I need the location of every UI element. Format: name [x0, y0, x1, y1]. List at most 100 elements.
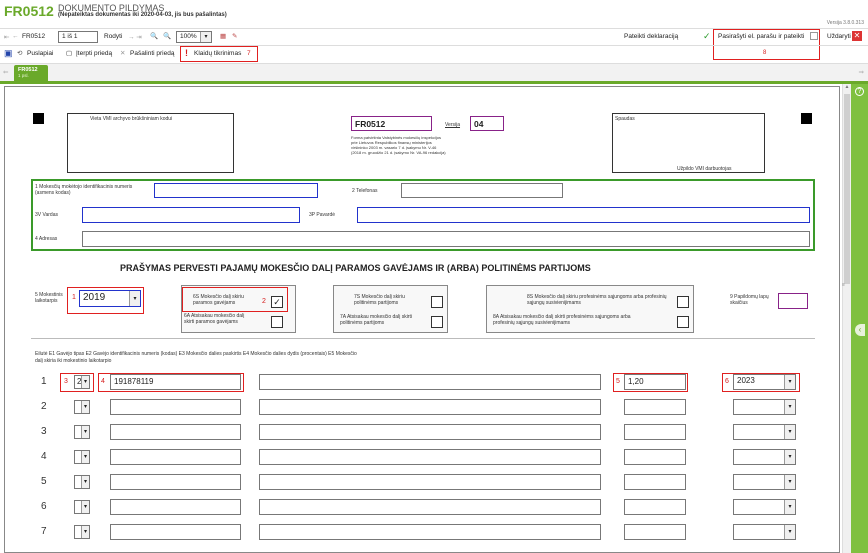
row-id-input[interactable] [110, 449, 241, 465]
union-checkbox[interactable] [677, 296, 689, 308]
party-label: 7S Mokesčio dalį skiriu politinėms parti… [354, 294, 405, 306]
support-cancel-checkbox[interactable] [271, 316, 283, 328]
tab-prev-icon[interactable]: ⇐ [3, 68, 8, 76]
surname-input[interactable] [357, 207, 810, 223]
row-type-select[interactable]: ▾ [74, 500, 90, 514]
extra-pages-label: 9 Papildomų lapų skaičius [730, 294, 769, 306]
nav-first-icon[interactable]: ⇤ [4, 33, 9, 41]
row-year-select[interactable]: ▾ [733, 499, 796, 515]
row1-id-highlight [98, 373, 244, 392]
nav-next-icon[interactable]: → ⇥ [128, 33, 142, 41]
row-type-select[interactable]: ▾ [74, 425, 90, 439]
pages-icon: ⟲ [17, 50, 23, 57]
row-id-input[interactable] [110, 474, 241, 490]
help-icon[interactable]: ? [855, 87, 864, 96]
phone-input[interactable] [401, 183, 563, 198]
page-subtitle: (Nepateiktas dokumentas iki 2020-04-03, … [58, 12, 227, 18]
side-panel: ? ‹ [851, 84, 868, 553]
row-id-input[interactable] [110, 399, 241, 415]
row-type-select[interactable]: ▾ [74, 525, 90, 539]
row-percent-input[interactable] [624, 474, 686, 490]
nav-prev-icon[interactable]: ← [12, 33, 19, 40]
scroll-thumb[interactable] [844, 94, 850, 284]
taxpayer-id-input[interactable] [154, 183, 318, 198]
chevron-down-icon: ▾ [784, 500, 795, 514]
row-purpose-input[interactable] [259, 399, 601, 415]
row-number: 7 [41, 526, 47, 537]
zoom-out-icon[interactable]: 🔍 [150, 32, 158, 40]
chevron-down-icon: ▾ [784, 400, 795, 414]
row-number: 1 [41, 376, 47, 387]
close-button[interactable]: Uždaryti [827, 33, 851, 40]
tab-label: FR0512 [18, 67, 38, 73]
chevron-down-icon: ▾ [200, 32, 211, 42]
row-id-input[interactable] [110, 499, 241, 515]
row-number: 2 [41, 401, 47, 412]
row-year-select[interactable]: ▾ [733, 474, 796, 490]
remove-button[interactable]: Pašalinti priedą [130, 50, 174, 57]
zoom-in-icon[interactable]: 🔍 [163, 32, 171, 40]
row-id-input[interactable] [110, 524, 241, 540]
row-type-select[interactable]: ▾ [74, 400, 90, 414]
zoom-select[interactable]: 100% ▾ [176, 31, 212, 43]
row-percent-input[interactable] [624, 424, 686, 440]
toolbar: ▣ ⟲ Puslapiai ▢ Įterpti priedą ✕ Pašalin… [0, 45, 868, 61]
show-menu[interactable]: Rodyti [104, 33, 122, 40]
row-purpose-input[interactable] [259, 524, 601, 540]
extra-pages-input[interactable] [778, 293, 808, 309]
chevron-down-icon: ▾ [784, 425, 795, 439]
columns-text: Eilutė E1 Gavėjo tipas E2 Gavėjo identif… [35, 351, 357, 364]
row-id-input[interactable] [110, 424, 241, 440]
union-label: 8S Mokesčio dalį skiriu profesinėms sąju… [527, 294, 667, 306]
party-cancel-checkbox[interactable] [431, 316, 443, 328]
row-year-select[interactable]: ▾ [733, 399, 796, 415]
support-cancel-label: 6A Atsisakau mokesčio dalį skirti paramo… [184, 313, 245, 325]
union-cancel-checkbox[interactable] [677, 316, 689, 328]
row-percent-input[interactable] [624, 399, 686, 415]
version-text: Versija 3.8.0.313 [826, 20, 864, 26]
close-icon[interactable]: ✕ [852, 31, 862, 41]
tax-period-label: 5 Mokestinis laikotarpis [35, 292, 63, 304]
panel-toggle-icon[interactable]: ‹ [855, 324, 865, 336]
row-year-select[interactable]: ▾ [733, 524, 796, 540]
chevron-down-icon: ▾ [81, 451, 89, 463]
scrollbar[interactable]: ▲ [842, 84, 851, 553]
remove-icon: ✕ [120, 50, 126, 57]
row1-year-highlight [722, 373, 800, 392]
nav-form-code: FR0512 [22, 33, 46, 40]
name-input[interactable] [82, 207, 300, 223]
row1-percent-marker: 5 [616, 378, 620, 385]
row-type-select[interactable]: ▾ [74, 450, 90, 464]
row-percent-input[interactable] [624, 499, 686, 515]
chevron-down-icon: ▾ [784, 525, 795, 539]
row-percent-input[interactable] [624, 449, 686, 465]
tab-next-icon[interactable]: ⇒ [859, 68, 864, 76]
save-icon[interactable]: ▣ [4, 48, 13, 59]
row-percent-input[interactable] [624, 524, 686, 540]
row-year-select[interactable]: ▾ [733, 449, 796, 465]
phone-label: 2 Telefonas [352, 188, 378, 194]
row-purpose-input[interactable] [259, 499, 601, 515]
pages-button[interactable]: Puslapiai [27, 50, 53, 57]
stamp-label: Spaudas [615, 116, 635, 122]
row-purpose-input[interactable] [259, 474, 601, 490]
address-input[interactable] [82, 231, 810, 247]
archive-box-label: Vieta VMI archyvo brūkšniniam kodui [90, 116, 173, 122]
tab-fr0512[interactable]: FR0512 1 psl. [14, 65, 48, 82]
row-year-select[interactable]: ▾ [733, 424, 796, 440]
row-purpose-input[interactable] [259, 374, 601, 390]
row-type-select[interactable]: ▾ [74, 475, 90, 489]
row-purpose-input[interactable] [259, 449, 601, 465]
party-checkbox[interactable] [431, 296, 443, 308]
page-field[interactable]: 1 iš 1 [58, 31, 98, 43]
edit-icon[interactable]: ✎ [232, 32, 237, 40]
form-code-field: FR0512 [351, 116, 432, 131]
fit-page-icon[interactable]: ▦ [220, 32, 226, 40]
scroll-up-icon[interactable]: ▲ [843, 84, 851, 92]
row1-type-marker: 3 [64, 378, 68, 385]
attach-button[interactable]: Įterpti priedą [76, 50, 112, 57]
main-title: PRAŠYMAS PERVESTI PAJAMŲ MOKESČIO DALĮ P… [120, 263, 591, 273]
row-number: 3 [41, 426, 47, 437]
row-purpose-input[interactable] [259, 424, 601, 440]
row1-id-marker: 4 [101, 378, 105, 385]
